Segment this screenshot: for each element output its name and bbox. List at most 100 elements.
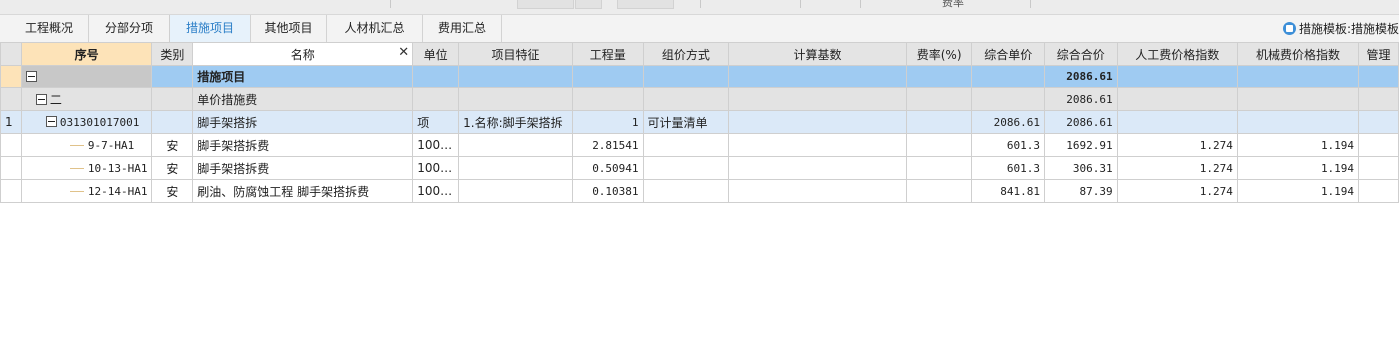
calc-base-cell[interactable] bbox=[728, 65, 907, 88]
collapse-icon[interactable] bbox=[25, 70, 37, 82]
unit-price-cell[interactable] bbox=[971, 65, 1046, 88]
pricing-method-cell[interactable] bbox=[642, 179, 730, 203]
unit-cell[interactable]: 100… bbox=[412, 179, 460, 203]
management-cell[interactable] bbox=[1358, 133, 1399, 157]
total-price-cell[interactable]: 2086.61 bbox=[1044, 87, 1118, 111]
row-number[interactable]: 1 bbox=[0, 110, 22, 134]
quantity-cell[interactable]: 2.81541 bbox=[571, 133, 644, 157]
feature-cell[interactable] bbox=[458, 179, 573, 203]
pricing-method-cell[interactable]: 可计量清单 bbox=[642, 110, 730, 134]
name-cell[interactable]: 单价措施费 bbox=[192, 87, 414, 111]
pricing-method-cell[interactable] bbox=[642, 87, 730, 111]
unit-price-cell[interactable] bbox=[971, 87, 1046, 111]
seq-cell[interactable]: 031301017001 bbox=[20, 110, 153, 134]
calc-base-cell[interactable] bbox=[728, 179, 907, 203]
col-header-unit-price[interactable]: 综合单价 bbox=[971, 42, 1046, 66]
rate-cell[interactable] bbox=[905, 179, 973, 203]
quantity-cell[interactable] bbox=[571, 65, 644, 88]
category-cell[interactable]: 安 bbox=[151, 133, 194, 157]
table-row[interactable]: 9-7-HA1 安 脚手架搭拆费 100… 2.81541 601.3 1692… bbox=[0, 133, 1399, 157]
unit-cell[interactable]: 项 bbox=[412, 110, 460, 134]
feature-cell[interactable] bbox=[458, 133, 573, 157]
calc-base-cell[interactable] bbox=[728, 133, 907, 157]
row-number[interactable] bbox=[0, 179, 22, 203]
col-header-calc-base[interactable]: 计算基数 bbox=[728, 42, 907, 66]
rate-cell[interactable] bbox=[905, 133, 973, 157]
seq-cell[interactable]: 10-13-HA1 bbox=[20, 156, 153, 180]
seq-cell[interactable] bbox=[20, 65, 153, 88]
management-cell[interactable] bbox=[1358, 87, 1399, 111]
seq-cell[interactable]: 12-14-HA1 bbox=[20, 179, 153, 203]
labor-index-cell[interactable] bbox=[1116, 110, 1238, 134]
management-cell[interactable] bbox=[1358, 179, 1399, 203]
total-price-cell[interactable]: 1692.91 bbox=[1044, 133, 1118, 157]
close-icon[interactable]: ✕ bbox=[398, 45, 409, 60]
col-header-seq[interactable]: 序号 bbox=[20, 42, 153, 66]
name-cell[interactable]: 脚手架搭拆费 bbox=[192, 133, 414, 157]
table-row[interactable]: 12-14-HA1 安 刷油、防腐蚀工程 脚手架搭拆费 100… 0.10381… bbox=[0, 179, 1399, 203]
rate-cell[interactable] bbox=[905, 156, 973, 180]
unit-cell[interactable] bbox=[412, 87, 460, 111]
pricing-method-cell[interactable] bbox=[642, 156, 730, 180]
unit-cell[interactable]: 100… bbox=[412, 156, 460, 180]
calc-base-cell[interactable] bbox=[728, 87, 907, 111]
col-header-rate[interactable]: 费率(%) bbox=[905, 42, 973, 66]
col-header-quantity[interactable]: 工程量 bbox=[571, 42, 644, 66]
total-price-cell[interactable]: 87.39 bbox=[1044, 179, 1118, 203]
labor-index-cell[interactable]: 1.274 bbox=[1116, 133, 1238, 157]
quantity-cell[interactable]: 0.10381 bbox=[571, 179, 644, 203]
tab-other-items[interactable]: 其他项目 bbox=[251, 15, 327, 42]
collapse-icon[interactable] bbox=[45, 115, 57, 127]
name-cell[interactable]: 脚手架搭拆费 bbox=[192, 156, 414, 180]
management-cell[interactable] bbox=[1358, 65, 1399, 88]
measure-template-button[interactable]: 措施模板:措施模板 bbox=[1282, 19, 1399, 39]
tab-cost-summary[interactable]: 费用汇总 bbox=[423, 15, 502, 42]
category-cell[interactable] bbox=[151, 87, 194, 111]
col-header-total-price[interactable]: 综合合价 bbox=[1044, 42, 1118, 66]
seq-cell[interactable]: 二 bbox=[20, 87, 153, 111]
col-header-name[interactable]: 名称 ✕ bbox=[192, 42, 414, 66]
machine-index-cell[interactable] bbox=[1236, 65, 1360, 88]
quantity-cell[interactable]: 1 bbox=[571, 110, 644, 134]
col-header-category[interactable]: 类别 bbox=[151, 42, 194, 66]
quantity-cell[interactable]: 0.50941 bbox=[571, 156, 644, 180]
labor-index-cell[interactable]: 1.274 bbox=[1116, 179, 1238, 203]
collapse-icon[interactable] bbox=[35, 93, 47, 105]
labor-index-cell[interactable] bbox=[1116, 87, 1238, 111]
feature-cell[interactable] bbox=[458, 156, 573, 180]
labor-index-cell[interactable]: 1.274 bbox=[1116, 156, 1238, 180]
table-row[interactable]: 10-13-HA1 安 脚手架搭拆费 100… 0.50941 601.3 30… bbox=[0, 156, 1399, 180]
seq-cell[interactable]: 9-7-HA1 bbox=[20, 133, 153, 157]
machine-index-cell[interactable] bbox=[1236, 87, 1360, 111]
machine-index-cell[interactable]: 1.194 bbox=[1236, 156, 1360, 180]
col-header-management[interactable]: 管理 bbox=[1358, 42, 1399, 66]
unit-cell[interactable]: 100… bbox=[412, 133, 460, 157]
feature-cell[interactable]: 1.名称:脚手架搭拆 bbox=[458, 110, 573, 134]
table-row[interactable]: 二 单价措施费 2086.61 bbox=[0, 87, 1399, 111]
calc-base-cell[interactable] bbox=[728, 156, 907, 180]
category-cell[interactable]: 安 bbox=[151, 156, 194, 180]
pricing-method-cell[interactable] bbox=[642, 65, 730, 88]
machine-index-cell[interactable]: 1.194 bbox=[1236, 179, 1360, 203]
machine-index-cell[interactable]: 1.194 bbox=[1236, 133, 1360, 157]
name-cell[interactable]: 刷油、防腐蚀工程 脚手架搭拆费 bbox=[192, 179, 414, 203]
row-number[interactable] bbox=[0, 87, 22, 111]
category-cell[interactable] bbox=[151, 110, 194, 134]
tab-project-overview[interactable]: 工程概况 bbox=[10, 15, 89, 42]
total-price-cell[interactable]: 2086.61 bbox=[1044, 65, 1118, 88]
labor-index-cell[interactable] bbox=[1116, 65, 1238, 88]
unit-price-cell[interactable]: 601.3 bbox=[971, 133, 1046, 157]
unit-price-cell[interactable]: 601.3 bbox=[971, 156, 1046, 180]
rate-cell[interactable] bbox=[905, 87, 973, 111]
management-cell[interactable] bbox=[1358, 110, 1399, 134]
unit-cell[interactable] bbox=[412, 65, 460, 88]
col-header-unit[interactable]: 单位 bbox=[412, 42, 460, 66]
feature-cell[interactable] bbox=[458, 87, 573, 111]
corner-cell[interactable] bbox=[0, 42, 22, 66]
unit-price-cell[interactable]: 841.81 bbox=[971, 179, 1046, 203]
row-number[interactable] bbox=[0, 156, 22, 180]
calc-base-cell[interactable] bbox=[728, 110, 907, 134]
management-cell[interactable] bbox=[1358, 156, 1399, 180]
col-header-machine-index[interactable]: 机械费价格指数 bbox=[1236, 42, 1360, 66]
total-price-cell[interactable]: 2086.61 bbox=[1044, 110, 1118, 134]
